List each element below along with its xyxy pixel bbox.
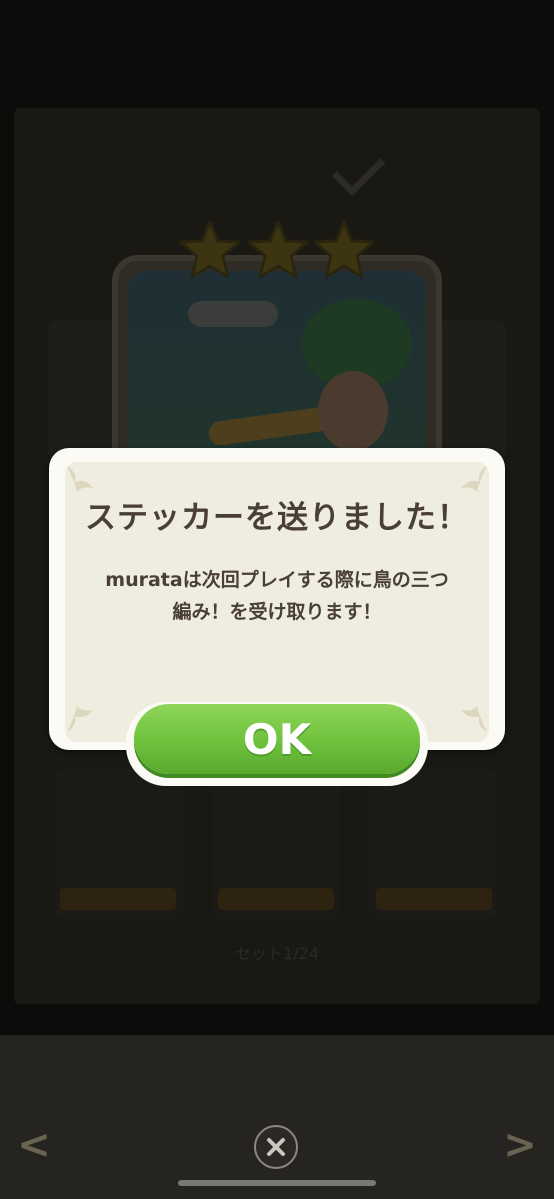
corner-ornament-icon <box>67 466 93 492</box>
corner-ornament-icon <box>461 706 487 732</box>
ok-button-label: OK <box>242 715 312 764</box>
star-rating <box>178 218 378 288</box>
prev-arrow-icon[interactable]: < <box>14 1120 54 1170</box>
character-graphic <box>318 371 388 451</box>
star-icon <box>313 220 375 279</box>
ok-button[interactable]: OK <box>134 704 420 774</box>
close-button[interactable] <box>254 1125 298 1169</box>
sticker-thumbnail <box>212 770 340 918</box>
home-indicator <box>178 1180 376 1186</box>
corner-ornament-icon <box>67 706 93 732</box>
sticker-thumbnail <box>370 770 498 918</box>
sticker-thumbnail <box>54 770 182 918</box>
set-counter: セット1/24 <box>235 944 319 963</box>
dialog-title: ステッカーを送りました！ <box>85 500 469 536</box>
cloud-graphic <box>188 301 278 327</box>
star-icon <box>247 220 309 279</box>
star-icon <box>179 220 241 279</box>
side-sticker-card-left <box>48 320 118 460</box>
next-arrow-icon[interactable]: > <box>500 1120 540 1170</box>
dialog-message-line: murataは次回プレイする際に鳥の三つ <box>105 569 449 591</box>
dialog-message-line: 編み！を受け取ります！ <box>172 601 382 623</box>
bottom-bar <box>0 1035 554 1199</box>
side-sticker-card-right <box>436 320 506 460</box>
close-icon <box>267 1138 285 1156</box>
corner-ornament-icon <box>461 466 487 492</box>
dialog-message: murataは次回プレイする際に鳥の三つ 編み！を受け取ります！ <box>70 564 484 628</box>
